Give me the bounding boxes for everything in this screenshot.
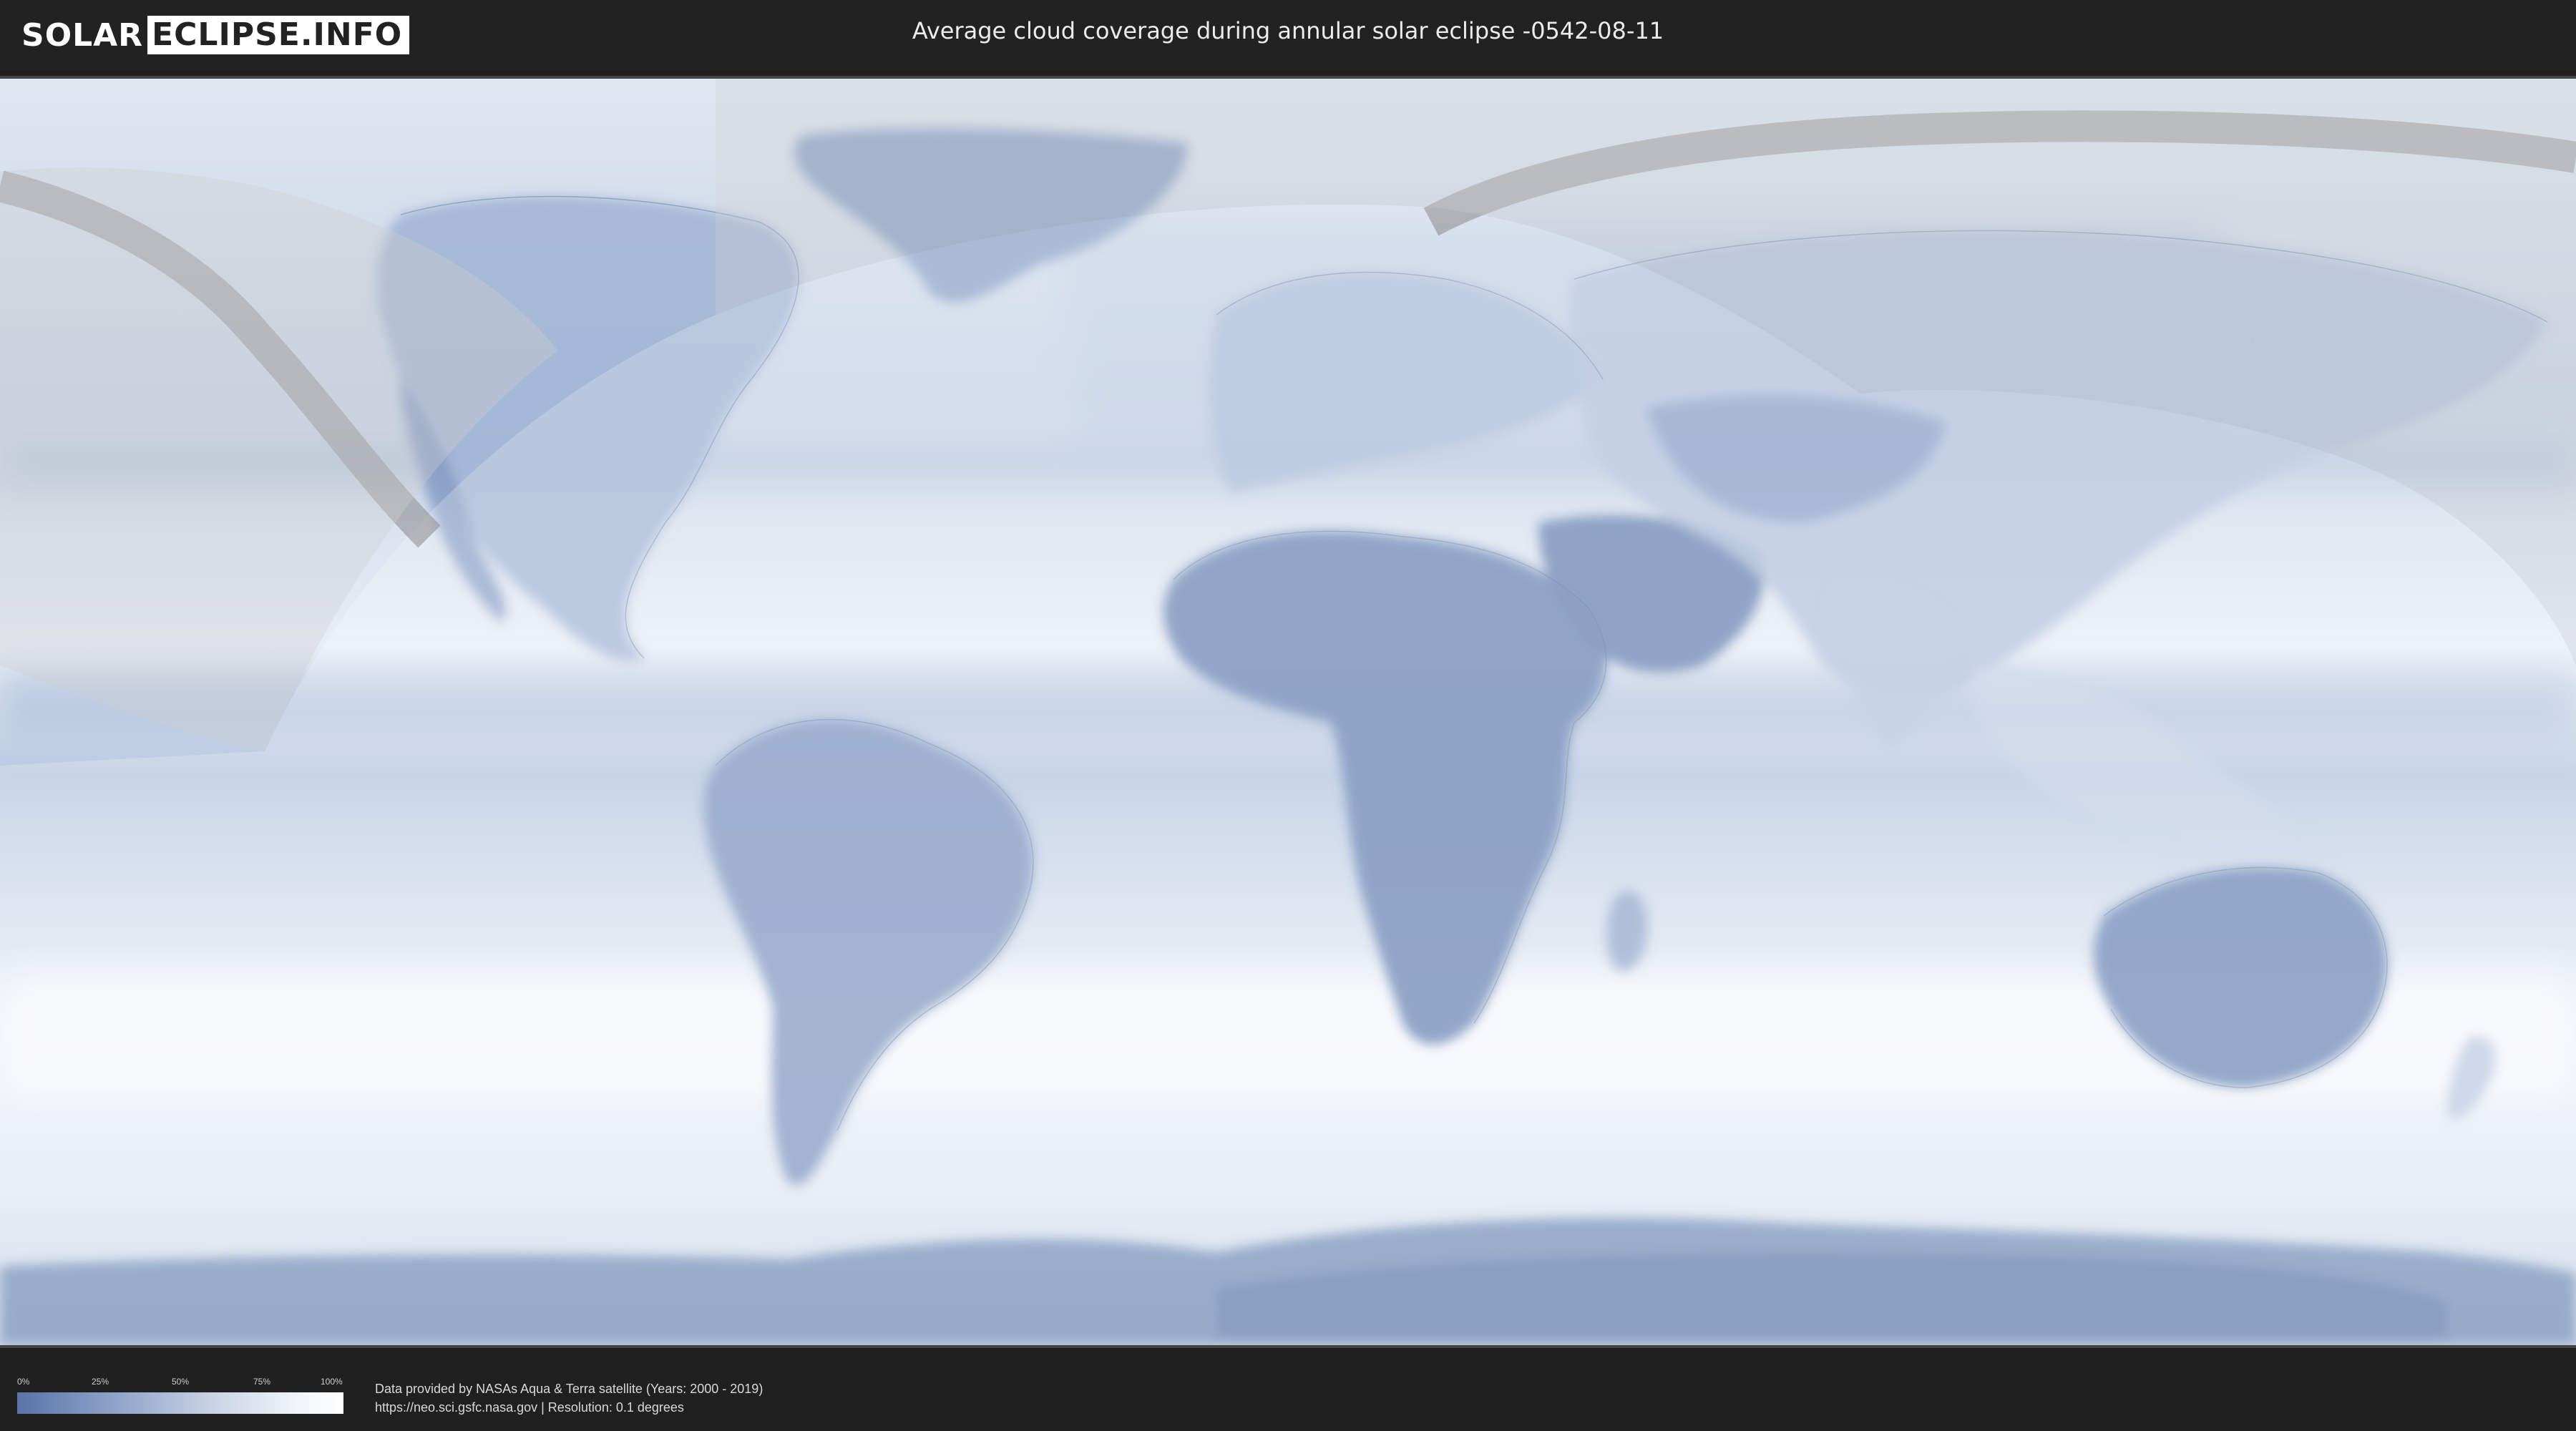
credits-line-url[interactable]: https://neo.sci.gsfc.nasa.gov | Resoluti… bbox=[375, 1398, 763, 1417]
legend-ticks: 0% 25% 50% 75% 100% bbox=[17, 1377, 343, 1388]
data-credits: Data provided by NASAs Aqua & Terra sate… bbox=[375, 1379, 763, 1417]
page-title: Average cloud coverage during annular so… bbox=[912, 17, 1664, 44]
legend-tick-75: 75% bbox=[253, 1377, 271, 1387]
legend-tick-50: 50% bbox=[172, 1377, 190, 1387]
world-map-svg bbox=[0, 79, 2576, 1345]
legend-color-bar bbox=[17, 1392, 343, 1414]
credits-line-source: Data provided by NASAs Aqua & Terra sate… bbox=[375, 1382, 763, 1396]
cloud-coverage-legend: 0% 25% 50% 75% 100% bbox=[17, 1377, 343, 1414]
legend-tick-25: 25% bbox=[92, 1377, 109, 1387]
header-bar: SOLAR ECLIPSE.INFO Average cloud coverag… bbox=[0, 0, 2576, 70]
legend-tick-100: 100% bbox=[321, 1377, 343, 1387]
legend-tick-0: 0% bbox=[17, 1377, 30, 1387]
cloud-coverage-map bbox=[0, 76, 2576, 1348]
